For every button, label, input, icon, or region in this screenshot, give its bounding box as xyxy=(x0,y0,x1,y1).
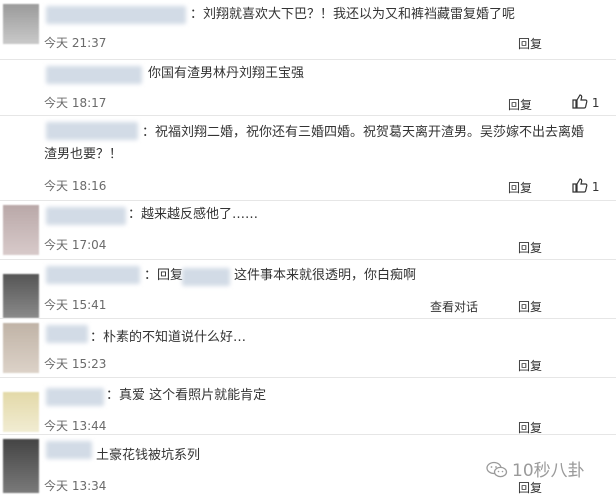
comment-item: ：越来越反感他了…… 今天 17:04 回复 xyxy=(0,201,616,259)
comment-text: ：真爱 这个看照片就能肯定 xyxy=(106,388,267,403)
username[interactable] xyxy=(46,6,186,24)
username[interactable] xyxy=(46,66,142,84)
like-count: 1 xyxy=(591,180,600,194)
watermark: 10秒八卦 xyxy=(486,456,585,481)
avatar[interactable] xyxy=(3,392,39,432)
avatar[interactable] xyxy=(3,4,39,44)
username[interactable] xyxy=(46,207,126,225)
comment-time: 今天 17:04 xyxy=(44,238,107,252)
comment-item: ：祝福刘翔二婚，祝你还有三婚四婚。祝贺葛天离开渣男。吴莎嫁不出去离婚渣男也要？！… xyxy=(0,116,616,200)
username[interactable] xyxy=(46,325,88,343)
comment-time: 今天 15:41 xyxy=(44,298,107,312)
reply-button[interactable]: 回复 xyxy=(518,35,542,52)
avatar[interactable] xyxy=(3,274,39,318)
reply-target-username[interactable] xyxy=(182,268,230,286)
reply-button[interactable]: 回复 xyxy=(508,179,532,196)
like-count: 1 xyxy=(591,96,600,110)
avatar[interactable] xyxy=(3,323,39,373)
reply-button[interactable]: 回复 xyxy=(508,96,532,113)
comment-text: 你国有渣男林丹刘翔王宝强 xyxy=(148,66,305,81)
comment-text: ：祝福刘翔二婚，祝你还有三婚四婚。祝贺葛天离开渣男。吴莎嫁不出去离婚渣男也要？！ xyxy=(44,125,585,162)
reply-button[interactable]: 回复 xyxy=(518,479,542,496)
comment-text: 土豪花钱被坑系列 xyxy=(96,448,201,463)
thumbs-up-icon xyxy=(572,94,588,109)
username[interactable] xyxy=(46,266,140,284)
like-button[interactable]: 1 xyxy=(572,94,599,110)
thumbs-up-icon xyxy=(572,178,588,193)
comment-text: ：越来越反感他了…… xyxy=(128,207,259,222)
avatar[interactable] xyxy=(3,205,39,255)
comment-text: 这件事本来就很透明，你白痴啊 xyxy=(234,268,417,283)
comment-item: ：朴素的不知道说什么好… 今天 15:23 回复 xyxy=(0,319,616,377)
comment-item: ：刘翔就喜欢大下巴？！我还以为又和裤裆藏雷复婚了呢 今天 21:37 回复 xyxy=(0,0,616,60)
comment-reply-prefix: ：回复 xyxy=(144,268,184,283)
username[interactable] xyxy=(46,441,92,459)
reply-button[interactable]: 回复 xyxy=(518,239,542,256)
username[interactable] xyxy=(46,388,104,406)
like-button[interactable]: 1 xyxy=(572,178,599,194)
view-conversation-button[interactable]: 查看对话 xyxy=(430,298,478,315)
comment-time: 今天 21:37 xyxy=(44,36,107,50)
comment-text: ：朴素的不知道说什么好… xyxy=(90,330,247,345)
avatar[interactable] xyxy=(3,439,39,493)
watermark-text: 10秒八卦 xyxy=(512,461,585,481)
comment-time: 今天 18:16 xyxy=(44,179,107,193)
wechat-icon xyxy=(486,461,508,478)
reply-button[interactable]: 回复 xyxy=(518,357,542,374)
comment-item: ：真爱 这个看照片就能肯定 今天 13:44 回复 xyxy=(0,378,616,435)
comment-item: ：回复 这件事本来就很透明，你白痴啊 今天 15:41 查看对话 回复 xyxy=(0,260,616,318)
reply-button[interactable]: 回复 xyxy=(518,298,542,315)
comment-time: 今天 15:23 xyxy=(44,357,107,371)
comment-time: 今天 13:44 xyxy=(44,419,107,433)
comment-time: 今天 13:34 xyxy=(44,479,107,493)
comment-text: ：刘翔就喜欢大下巴？！我还以为又和裤裆藏雷复婚了呢 xyxy=(190,7,516,22)
comment-time: 今天 18:17 xyxy=(44,96,107,110)
comment-item: 你国有渣男林丹刘翔王宝强 今天 18:17 回复 1 xyxy=(0,60,616,115)
